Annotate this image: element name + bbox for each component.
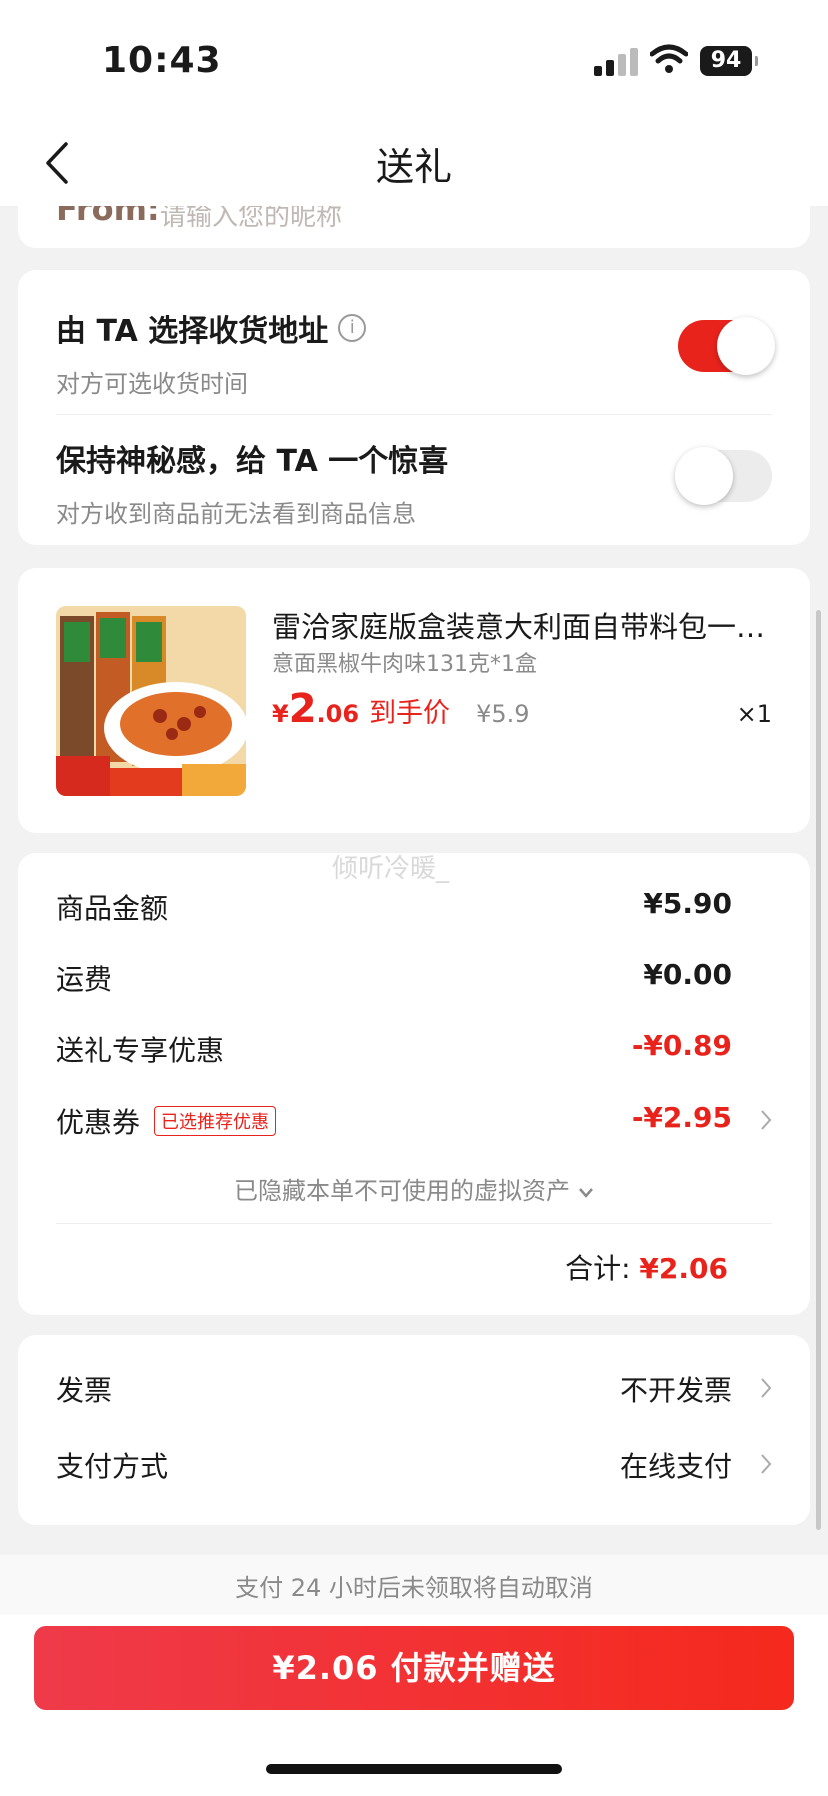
summary-label: 商品金额 xyxy=(56,892,169,925)
invoice-label: 发票 xyxy=(56,1374,113,1407)
summary-row-gift-discount: 送礼专享优惠 -¥0.89 xyxy=(56,1029,772,1069)
from-card: From: 请输入您的昵称 xyxy=(18,206,810,248)
summary-label: 优惠券 xyxy=(56,1106,141,1139)
coupon-badge: 已选推荐优惠 xyxy=(154,1106,277,1136)
payment-method-row[interactable]: 支付方式 在线支付 xyxy=(56,1445,772,1485)
price-tag: 到手价 xyxy=(369,698,451,729)
order-total: 合计: ¥2.06 xyxy=(565,1247,728,1287)
summary-value: ¥0.00 xyxy=(643,958,732,991)
product-image xyxy=(56,606,246,796)
divider xyxy=(56,1223,772,1224)
chevron-right-icon xyxy=(761,1454,772,1474)
pay-and-gift-button[interactable]: ¥2.06 付款并赠送 xyxy=(34,1626,794,1710)
product-price: ¥2.06 xyxy=(272,686,360,732)
summary-row-goods: 商品金额 ¥5.90 xyxy=(56,887,772,927)
status-time: 10:43 xyxy=(102,40,222,81)
original-price: ¥5.9 xyxy=(476,700,530,728)
invoice-value: 不开发票 xyxy=(619,1374,732,1407)
auto-cancel-hint: 支付 24 小时后未领取将自动取消 xyxy=(235,1574,593,1602)
wifi-icon xyxy=(650,44,688,73)
summary-row-coupon[interactable]: 优惠券 已选推荐优惠 -¥2.95 xyxy=(56,1101,772,1141)
chevron-right-icon xyxy=(761,1378,772,1398)
divider xyxy=(56,414,772,415)
option-mystery-surprise: 保持神秘感，给 TA 一个惊喜 对方收到商品前无法看到商品信息 xyxy=(56,436,772,566)
price-row: ¥2.06 到手价 ¥5.9 xyxy=(272,686,530,732)
chevron-down-icon xyxy=(579,1188,593,1198)
total-amount: ¥2.06 xyxy=(639,1252,728,1285)
option-recipient-address: 由 TA 选择收货地址 i 对方可选收货时间 xyxy=(56,306,775,436)
scrollbar[interactable] xyxy=(816,610,821,1530)
invoice-row[interactable]: 发票 不开发票 xyxy=(56,1369,772,1409)
battery-icon: 94 xyxy=(700,46,758,76)
summary-value: -¥0.89 xyxy=(631,1029,732,1062)
option-title: 由 TA 选择收货地址 xyxy=(56,314,329,349)
mystery-surprise-toggle[interactable] xyxy=(675,447,772,505)
product-card[interactable]: 雷洽家庭版盒装意大利面自带料包一整盒 意面黑椒牛肉味131克*1盒 ¥2.06 … xyxy=(18,568,810,833)
from-label: From: xyxy=(56,206,160,228)
summary-value: -¥2.95 xyxy=(631,1101,732,1134)
cellular-signal-icon xyxy=(594,48,638,76)
payment-method-label: 支付方式 xyxy=(56,1450,169,1483)
summary-label: 送礼专享优惠 xyxy=(56,1034,225,1067)
page-title: 送礼 xyxy=(375,145,452,189)
nav-bar: 送礼 xyxy=(0,120,828,206)
summary-label: 运费 xyxy=(56,963,113,996)
price-summary-card: 商品金额 ¥5.90 运费 ¥0.00 送礼专享优惠 -¥0.89 优惠券 已选… xyxy=(18,853,810,1315)
hidden-assets-toggle[interactable]: 已隐藏本单不可使用的虚拟资产 xyxy=(18,1171,810,1206)
gift-options-card: 由 TA 选择收货地址 i 对方可选收货时间 保持神秘感，给 TA 一个惊喜 对… xyxy=(18,270,810,545)
total-label: 合计: xyxy=(565,1252,631,1285)
from-nickname-input[interactable]: 请输入您的昵称 xyxy=(160,206,342,233)
summary-value: ¥5.90 xyxy=(643,887,732,920)
option-subtitle: 对方收到商品前无法看到商品信息 xyxy=(56,500,416,528)
recipient-address-toggle[interactable] xyxy=(678,317,775,375)
product-name[interactable]: 雷洽家庭版盒装意大利面自带料包一整盒 xyxy=(272,604,772,646)
watermark: 倾听冷暖_ xyxy=(332,854,450,884)
option-subtitle: 对方可选收货时间 xyxy=(56,370,248,398)
product-quantity: ×1 xyxy=(736,700,772,728)
option-title: 保持神秘感，给 TA 一个惊喜 xyxy=(56,444,449,479)
chevron-right-icon xyxy=(761,1110,772,1130)
status-bar: 10:43 94 xyxy=(0,0,828,120)
home-indicator xyxy=(266,1764,562,1774)
summary-row-shipping: 运费 ¥0.00 xyxy=(56,958,772,998)
product-spec: 意面黑椒牛肉味131克*1盒 xyxy=(272,652,537,677)
payment-method-value: 在线支付 xyxy=(619,1450,732,1483)
payment-card: 发票 不开发票 支付方式 在线支付 xyxy=(18,1335,810,1525)
info-icon[interactable]: i xyxy=(338,314,367,342)
